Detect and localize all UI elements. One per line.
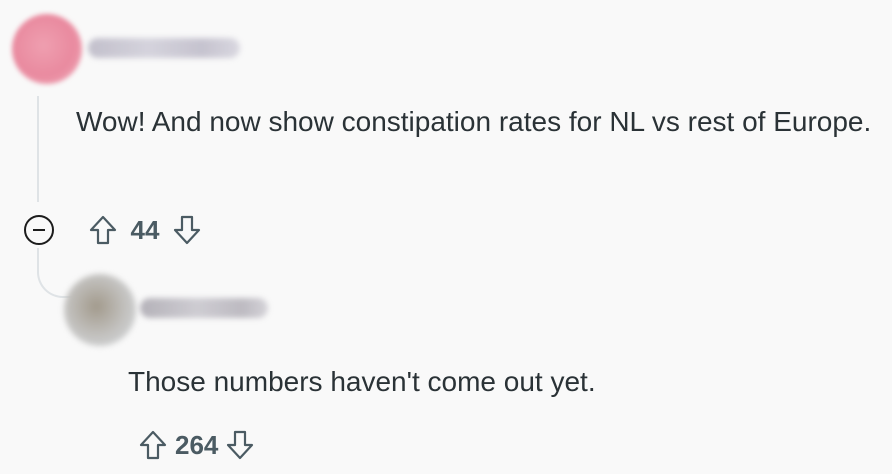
vote-controls: 44 (85, 210, 205, 250)
collapse-thread-button[interactable] (24, 215, 54, 245)
vote-score: 264 (175, 429, 219, 460)
vote-controls: 264 (135, 425, 258, 465)
downvote-icon[interactable] (222, 425, 258, 465)
avatar[interactable] (12, 14, 82, 84)
upvote-icon[interactable] (85, 210, 121, 250)
thread-line[interactable] (37, 96, 39, 202)
username-redacted[interactable] (140, 298, 268, 318)
downvote-icon[interactable] (169, 210, 205, 250)
avatar[interactable] (64, 274, 136, 346)
comment-body: Those numbers haven't come out yet. (128, 366, 596, 397)
comment-body: Wow! And now show constipation rates for… (76, 106, 872, 137)
vote-score: 44 (130, 214, 160, 245)
upvote-icon[interactable] (135, 425, 171, 465)
username-redacted[interactable] (88, 38, 240, 58)
